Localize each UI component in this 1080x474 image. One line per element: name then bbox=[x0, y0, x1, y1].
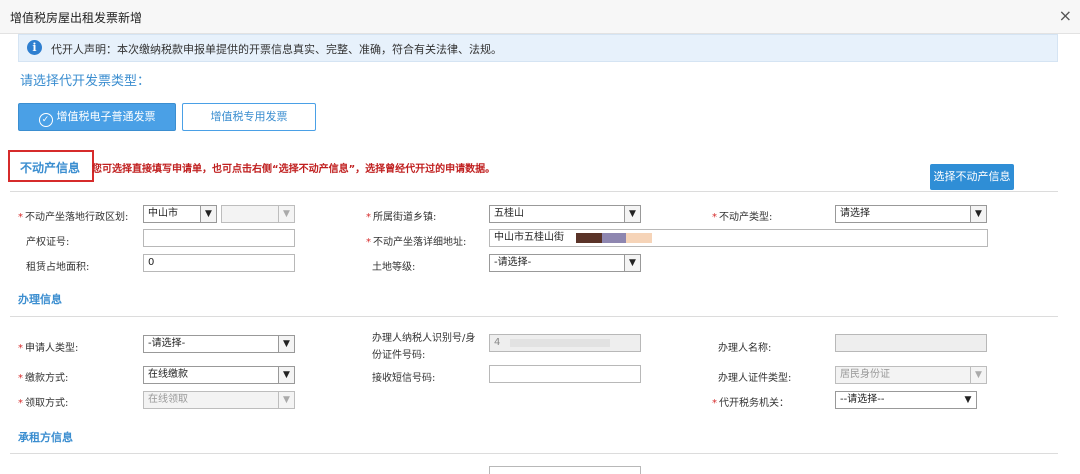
chevron-down-icon: ▼ bbox=[278, 392, 294, 408]
divider bbox=[10, 316, 1058, 317]
declaration-text: 代开人声明：本次缴纳税款申报单提供的开票信息真实、完整、准确，符合有关法律、法规… bbox=[51, 43, 502, 56]
handler-name-label: 办理人名称: bbox=[718, 343, 772, 354]
applicant-type-select[interactable]: -请选择- ▼ bbox=[143, 335, 295, 353]
select-property-button[interactable]: 选择不动产信息 bbox=[930, 164, 1014, 190]
declaration-notice: i 代开人声明：本次缴纳税款申报单提供的开票信息真实、完整、准确，符合有关法律、… bbox=[18, 34, 1058, 62]
chevron-down-icon: ▼ bbox=[278, 367, 294, 383]
property-hint: 您可选择直接填写申请单，也可点击右侧“选择不动产信息”，选择曾经代开过的申请数据… bbox=[92, 164, 496, 175]
chevron-down-icon: ▼ bbox=[964, 395, 972, 405]
sms-number-input[interactable] bbox=[489, 365, 641, 383]
invoice-type-special-label: 增值税专用发票 bbox=[210, 110, 288, 123]
district-sub-select[interactable]: ▼ bbox=[221, 205, 295, 223]
chevron-down-icon: ▼ bbox=[970, 367, 986, 383]
applicant-type-label: * 申请人类型: bbox=[18, 343, 79, 354]
redacted-block bbox=[626, 233, 652, 243]
invoice-type-electronic-button[interactable]: ✓ 增值税电子普通发票 bbox=[18, 103, 176, 131]
area-label: 租赁占地面积: bbox=[26, 262, 90, 273]
land-grade-label: 土地等级: bbox=[372, 262, 416, 273]
sms-label: 接收短信号码: bbox=[372, 373, 436, 384]
info-icon: i bbox=[27, 40, 42, 55]
handler-id-label-line2: 份证件号码: bbox=[372, 350, 426, 361]
address-label: * 不动产坐落详细地址: bbox=[366, 237, 467, 248]
district-city-select[interactable]: 中山市 ▼ bbox=[143, 205, 217, 223]
dialog-titlebar: 增值税房屋出租发票新增 × bbox=[0, 0, 1080, 34]
cert-number-input[interactable] bbox=[143, 229, 295, 247]
chevron-down-icon: ▼ bbox=[200, 206, 216, 222]
close-icon[interactable]: × bbox=[1059, 6, 1072, 26]
check-circle-icon: ✓ bbox=[38, 113, 53, 127]
redacted-block bbox=[576, 233, 602, 243]
property-section-highlight: 不动产信息 bbox=[8, 150, 94, 182]
tax-office-select[interactable]: --请选择-- ▼ bbox=[835, 391, 977, 409]
redacted-block bbox=[602, 233, 626, 243]
street-select[interactable]: 五桂山 ▼ bbox=[489, 205, 641, 223]
payment-select[interactable]: 在线缴款 ▼ bbox=[143, 366, 295, 384]
chevron-down-icon: ▼ bbox=[278, 336, 294, 352]
handler-name-input[interactable] bbox=[835, 334, 987, 352]
cert-label: 产权证号: bbox=[26, 237, 70, 248]
payment-label: * 缴款方式: bbox=[18, 373, 69, 384]
street-label: * 所属街道乡镇: bbox=[366, 212, 437, 223]
property-section-title: 不动产信息 bbox=[20, 161, 81, 175]
divider bbox=[10, 453, 1058, 454]
chevron-down-icon: ▼ bbox=[970, 206, 986, 222]
invoice-type-electronic-label: 增值税电子普通发票 bbox=[56, 110, 156, 123]
divider bbox=[10, 191, 1058, 192]
handling-section-title: 办理信息 bbox=[18, 293, 62, 306]
cert-type-label: 办理人证件类型: bbox=[718, 373, 792, 384]
collect-select[interactable]: 在线领取 ▼ bbox=[143, 391, 295, 409]
handler-id-input[interactable]: 4 bbox=[489, 334, 641, 352]
property-type-select[interactable]: 请选择 ▼ bbox=[835, 205, 987, 223]
chevron-down-icon: ▼ bbox=[278, 206, 294, 222]
invoice-type-prompt: 请选择代开发票类型： bbox=[20, 74, 151, 89]
address-input[interactable]: 中山市五桂山街 bbox=[489, 229, 988, 247]
handler-id-label-line1: 办理人纳税人识别号/身 bbox=[372, 333, 476, 344]
invoice-type-special-button[interactable]: 增值税专用发票 bbox=[182, 103, 316, 131]
chevron-down-icon: ▼ bbox=[624, 206, 640, 222]
dialog-title: 增值税房屋出租发票新增 bbox=[10, 11, 143, 25]
redacted-block bbox=[510, 339, 610, 347]
collect-label: * 领取方式: bbox=[18, 398, 69, 409]
lessee-section-title: 承租方信息 bbox=[18, 431, 73, 444]
area-input[interactable]: 0 bbox=[143, 254, 295, 272]
land-grade-select[interactable]: -请选择- ▼ bbox=[489, 254, 641, 272]
chevron-down-icon: ▼ bbox=[624, 255, 640, 271]
cert-type-select[interactable]: 居民身份证 ▼ bbox=[835, 366, 987, 384]
lessee-id-input[interactable] bbox=[489, 466, 641, 474]
district-label: * 不动产坐落地行政区划: bbox=[18, 212, 129, 223]
property-type-label: * 不动产类型: bbox=[712, 212, 773, 223]
tax-office-label: * 代开税务机关： bbox=[712, 398, 789, 409]
